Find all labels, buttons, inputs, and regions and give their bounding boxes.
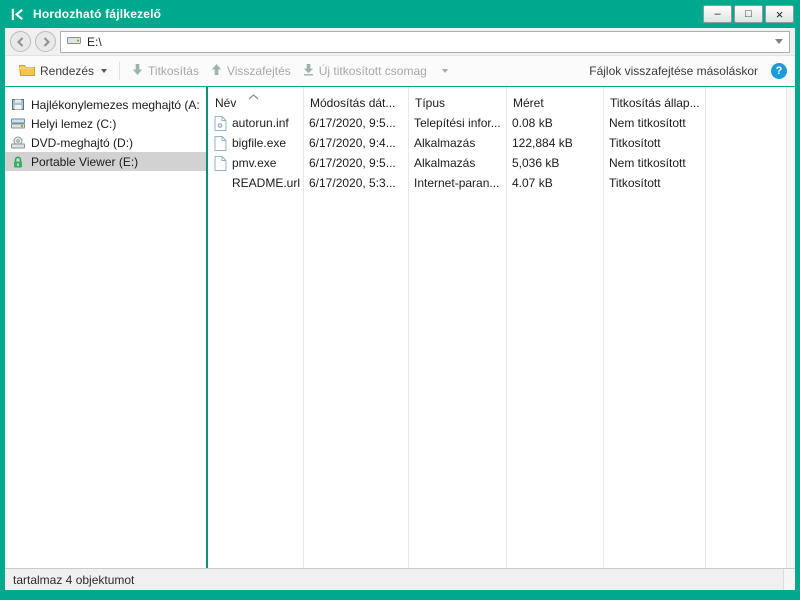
- back-arrow-icon: [16, 37, 26, 47]
- setup-information-file-icon: [214, 116, 227, 131]
- drive-icon: [67, 34, 81, 49]
- encrypt-arrow-down-icon: [132, 63, 143, 79]
- titlebar: Hordozható fájlkezelő – □ ×: [0, 0, 800, 28]
- sidebar-item-portable-viewer-e[interactable]: Portable Viewer (E:): [5, 152, 206, 171]
- file-size: 0.08 kB: [506, 116, 603, 130]
- floppy-drive-icon: [11, 98, 25, 111]
- file-type: Internet-paran...: [408, 176, 506, 190]
- sidebar-item-label: DVD-meghajtó (D:): [31, 136, 133, 150]
- close-button[interactable]: ×: [765, 5, 794, 23]
- organize-dropdown-icon: [101, 69, 107, 73]
- toolbar-separator: [119, 62, 120, 80]
- back-button[interactable]: [10, 31, 31, 52]
- minimize-button[interactable]: –: [703, 5, 732, 23]
- column-header-encryption[interactable]: Titkosítás állap...: [603, 90, 705, 110]
- encrypt-button[interactable]: Titkosítás: [126, 60, 205, 82]
- help-info-icon[interactable]: ?: [771, 63, 787, 79]
- file-modified: 6/17/2020, 9:4...: [303, 136, 408, 150]
- file-size: 4.07 kB: [506, 176, 603, 190]
- file-icon: [214, 156, 227, 171]
- file-name: README.url: [232, 176, 300, 190]
- sidebar-item-local-c[interactable]: Helyi lemez (C:): [5, 114, 206, 133]
- file-size: 122,884 kB: [506, 136, 603, 150]
- sidebar-item-label: Hajlékonylemezes meghajtó (A:: [31, 98, 200, 112]
- hard-drive-icon: [11, 117, 25, 130]
- vertical-scrollbar[interactable]: [786, 87, 795, 568]
- encrypted-drive-lock-icon: [11, 155, 25, 169]
- file-encryption-status: Titkosított: [603, 136, 705, 150]
- dvd-drive-icon: [11, 136, 25, 149]
- decrypt-on-copy-button[interactable]: Fájlok visszafejtése másoláskor: [583, 61, 764, 81]
- address-bar[interactable]: E:\: [60, 31, 790, 53]
- new-package-arrow-icon: [303, 63, 314, 79]
- window-controls: – □ ×: [703, 5, 794, 23]
- decrypt-label: Visszafejtés: [227, 64, 291, 78]
- file-row[interactable]: autorun.inf 6/17/2020, 9:5... Telepítési…: [208, 113, 795, 133]
- file-name: pmv.exe: [232, 156, 276, 170]
- encrypt-label: Titkosítás: [148, 64, 199, 78]
- file-row[interactable]: bigfile.exe 6/17/2020, 9:4... Alkalmazás…: [208, 133, 795, 153]
- file-name: autorun.inf: [232, 116, 289, 130]
- decrypt-arrow-up-icon: [211, 63, 222, 79]
- sidebar-item-label: Helyi lemez (C:): [31, 117, 116, 131]
- sidebar-item-floppy-a[interactable]: Hajlékonylemezes meghajtó (A:: [5, 95, 206, 114]
- file-encryption-status: Nem titkosított: [603, 156, 705, 170]
- file-row[interactable]: pmv.exe 6/17/2020, 9:5... Alkalmazás 5,0…: [208, 153, 795, 173]
- portable-file-manager-window: Hordozható fájlkezelő – □ ×: [0, 0, 800, 600]
- maximize-button[interactable]: □: [734, 5, 763, 23]
- file-type: Telepítési infor...: [408, 116, 506, 130]
- file-rows: autorun.inf 6/17/2020, 9:5... Telepítési…: [208, 113, 795, 193]
- address-text: E:\: [87, 35, 102, 49]
- navigation-bar: E:\: [5, 28, 795, 56]
- file-modified: 6/17/2020, 9:5...: [303, 116, 408, 130]
- window-content: E:\ Rendezés: [5, 28, 795, 590]
- resize-grip[interactable]: [783, 569, 795, 590]
- column-header-size[interactable]: Méret: [506, 90, 603, 110]
- column-header-type[interactable]: Típus: [408, 90, 506, 110]
- file-encryption-status: Titkosított: [603, 176, 705, 190]
- status-text: tartalmaz 4 objektumot: [13, 573, 134, 587]
- file-size: 5,036 kB: [506, 156, 603, 170]
- window-title: Hordozható fájlkezelő: [33, 7, 161, 21]
- file-modified: 6/17/2020, 9:5...: [303, 156, 408, 170]
- organize-button[interactable]: Rendezés: [13, 60, 113, 82]
- kaspersky-logo-icon: [10, 7, 25, 22]
- column-header-filler: [705, 97, 795, 103]
- decrypt-on-copy-label: Fájlok visszafejtése másoláskor: [589, 64, 758, 78]
- file-icon: [214, 136, 227, 151]
- file-list: Név Módosítás dát... Típus Méret Titkosí…: [208, 87, 795, 568]
- folder-icon: [19, 63, 35, 79]
- new-encrypted-package-button[interactable]: Új titkosított csomag: [297, 60, 454, 82]
- drive-sidebar: Hajlékonylemezes meghajtó (A: Helyi leme…: [5, 87, 208, 568]
- file-encryption-status: Nem titkosított: [603, 116, 705, 130]
- column-header-modified[interactable]: Módosítás dát...: [303, 90, 408, 110]
- status-bar: tartalmaz 4 objektumot: [5, 568, 795, 590]
- decrypt-button[interactable]: Visszafejtés: [205, 60, 297, 82]
- list-header: Név Módosítás dát... Típus Méret Titkosí…: [208, 87, 795, 113]
- file-row[interactable]: README.url 6/17/2020, 5:3... Internet-pa…: [208, 173, 795, 193]
- organize-label: Rendezés: [40, 64, 94, 78]
- sort-ascending-icon: [248, 89, 259, 103]
- forward-button[interactable]: [35, 31, 56, 52]
- toolbar: Rendezés Titkosítás Visszafejtés: [5, 56, 795, 86]
- main-area: Hajlékonylemezes meghajtó (A: Helyi leme…: [5, 86, 795, 568]
- sidebar-item-label: Portable Viewer (E:): [31, 155, 138, 169]
- new-package-dropdown-icon[interactable]: [442, 69, 448, 73]
- sidebar-item-dvd-d[interactable]: DVD-meghajtó (D:): [5, 133, 206, 152]
- forward-arrow-icon: [41, 37, 51, 47]
- file-modified: 6/17/2020, 5:3...: [303, 176, 408, 190]
- file-type: Alkalmazás: [408, 136, 506, 150]
- address-dropdown-icon[interactable]: [775, 39, 783, 44]
- new-package-label: Új titkosított csomag: [319, 64, 427, 78]
- file-type: Alkalmazás: [408, 156, 506, 170]
- file-name: bigfile.exe: [232, 136, 286, 150]
